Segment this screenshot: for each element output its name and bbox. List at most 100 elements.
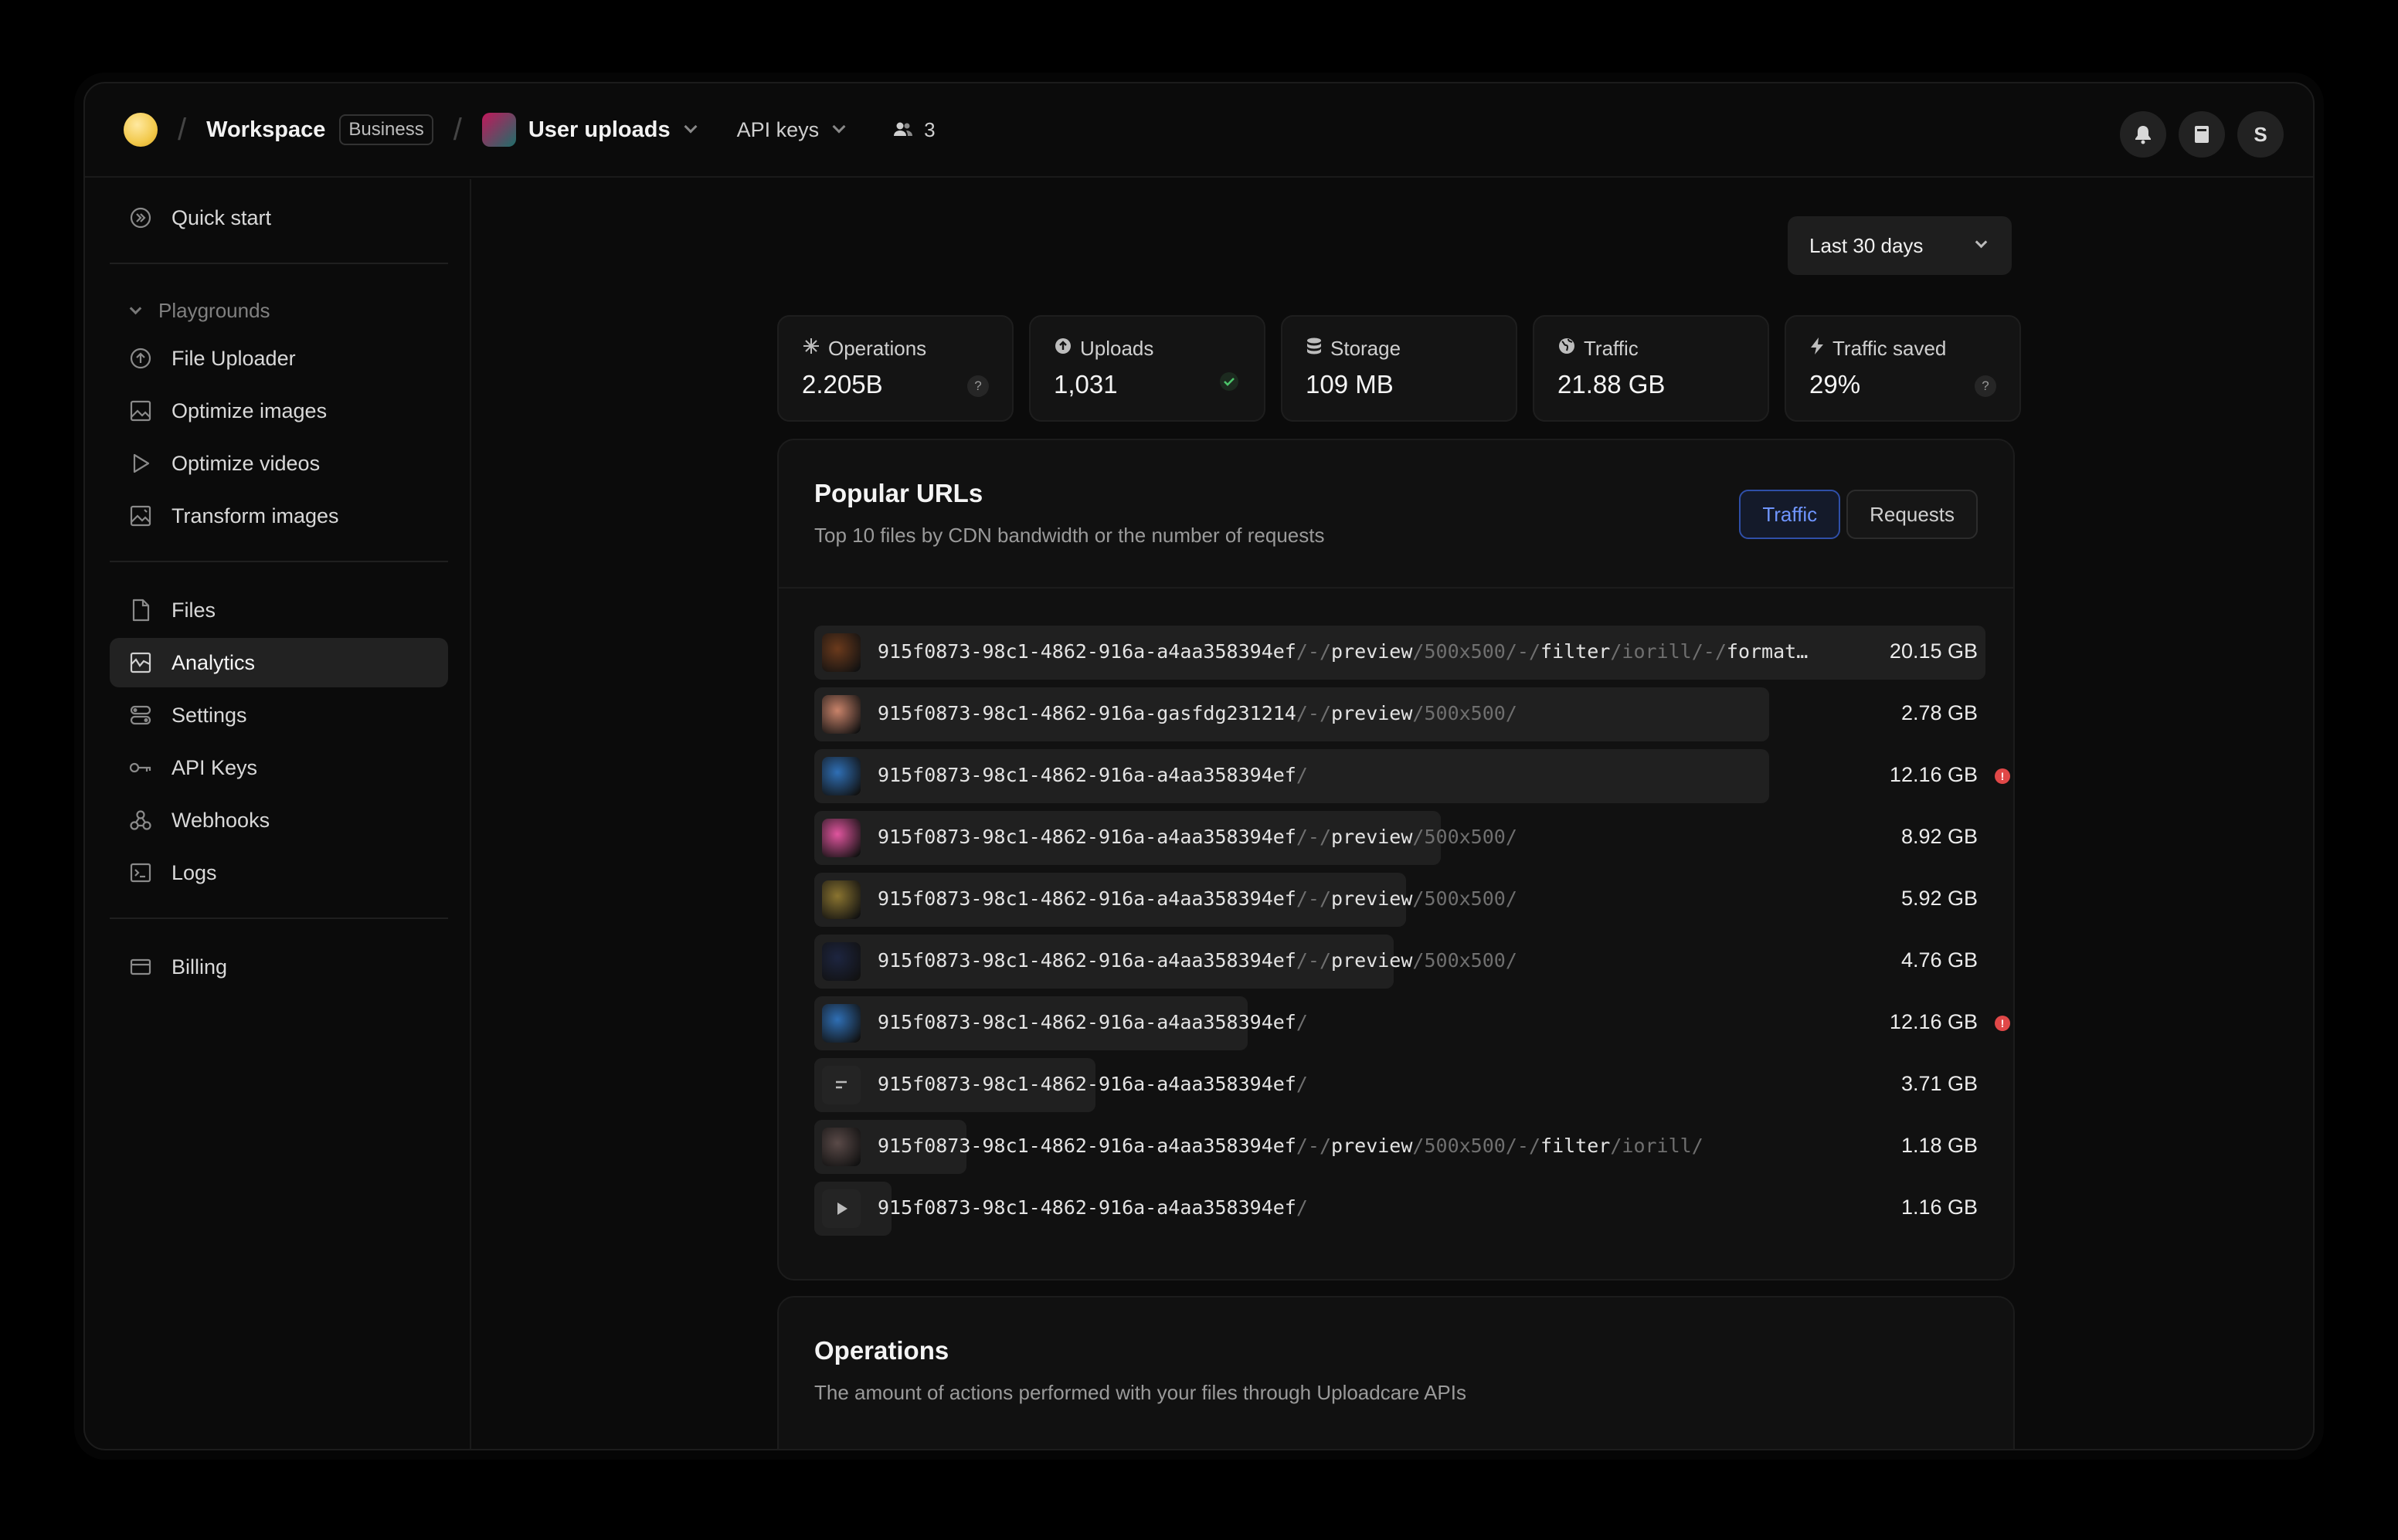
key-icon <box>128 755 153 780</box>
stat-label: Storage <box>1330 337 1401 360</box>
breadcrumb-separator: / <box>453 112 462 147</box>
nav-quick-start[interactable]: Quick start <box>110 193 448 243</box>
nav-api-keys[interactable]: API Keys <box>110 743 448 792</box>
toggle-requests[interactable]: Requests <box>1846 490 1978 539</box>
project-name: User uploads <box>528 117 671 142</box>
upload-circle-icon <box>128 346 153 371</box>
url-path: 915f0873-98c1-4862-916a-a4aa358394ef/-/p… <box>878 1135 1703 1157</box>
project-switcher[interactable]: User uploads <box>481 113 698 147</box>
nav-label: Optimize images <box>172 399 328 422</box>
divider <box>110 918 448 919</box>
user-avatar[interactable]: S <box>2237 111 2284 158</box>
url-size: 5.92 GB <box>1900 887 1978 910</box>
app-window: / Workspace Business / User uploads API … <box>83 82 2315 1450</box>
chart-icon <box>128 650 153 675</box>
nav-billing[interactable]: Billing <box>110 942 448 992</box>
url-size: 2.78 GB <box>1900 701 1978 724</box>
sidebar: Quick start Playgrounds File Uploader Op… <box>85 179 471 1449</box>
url-path: 915f0873-98c1-4862-916a-a4aa358394ef/-/p… <box>878 887 1517 910</box>
chevron-down-icon <box>832 120 846 134</box>
nav-label: Billing <box>172 955 228 979</box>
url-size: 20.15 GB <box>1889 639 1978 663</box>
stat-value: 109 MB <box>1306 370 1394 399</box>
stat-traffic: Traffic 21.88 GB <box>1533 315 1769 422</box>
help-icon[interactable]: ? <box>1975 375 1996 397</box>
stat-label: Traffic <box>1584 337 1639 360</box>
url-size: 4.76 GB <box>1900 948 1978 972</box>
chevron-down-icon <box>684 120 698 134</box>
url-row[interactable]: 915f0873-98c1-4862-916a-a4aa358394ef/1.1… <box>814 1182 1985 1236</box>
api-keys-dropdown[interactable]: API keys <box>737 118 846 142</box>
credit-card-icon <box>128 955 153 979</box>
playgrounds-group-toggle[interactable]: Playgrounds <box>110 287 448 334</box>
file-icon <box>128 598 153 622</box>
nav-label: Analytics <box>172 650 256 674</box>
stat-value: 29% <box>1809 370 1861 399</box>
app-logo[interactable] <box>124 113 158 147</box>
file-thumbnail <box>822 942 861 981</box>
url-row[interactable]: 915f0873-98c1-4862-916a-a4aa358394ef/-/p… <box>814 626 1985 680</box>
stat-label: Traffic saved <box>1832 337 1947 360</box>
url-row[interactable]: 915f0873-98c1-4862-916a-a4aa358394ef/-/p… <box>814 811 1985 865</box>
sparkle-icon <box>802 337 820 361</box>
nav-transform-images[interactable]: Transform images <box>110 491 448 541</box>
notifications-button[interactable] <box>2120 111 2166 158</box>
url-path: 915f0873-98c1-4862-916a-a4aa358394ef/ <box>878 764 1308 786</box>
file-thumbnail <box>822 633 861 672</box>
card-subtitle: The amount of actions performed with you… <box>814 1381 1466 1404</box>
stat-storage: Storage 109 MB <box>1281 315 1517 422</box>
help-icon[interactable]: ? <box>967 375 989 397</box>
card-subtitle: Top 10 files by CDN bandwidth or the num… <box>814 524 1325 547</box>
upload-icon <box>1054 337 1072 361</box>
nav-file-uploader[interactable]: File Uploader <box>110 334 448 383</box>
url-row[interactable]: 915f0873-98c1-4862-916a-a4aa358394ef/12.… <box>814 749 2010 803</box>
globe-icon <box>1557 337 1576 361</box>
date-range-value: Last 30 days <box>1809 233 1924 257</box>
url-row[interactable]: 915f0873-98c1-4862-916a-a4aa358394ef/-/p… <box>814 873 1985 927</box>
nav-logs[interactable]: Logs <box>110 848 448 897</box>
nav-files[interactable]: Files <box>110 585 448 635</box>
url-path: 915f0873-98c1-4862-916a-a4aa358394ef/-/p… <box>878 949 1517 972</box>
stat-uploads: Uploads 1,031 <box>1029 315 1265 422</box>
stat-value: 21.88 GB <box>1557 370 1666 399</box>
nav-analytics[interactable]: Analytics <box>110 638 448 687</box>
terminal-icon <box>128 860 153 885</box>
file-thumbnail <box>822 819 861 857</box>
nav-optimize-images[interactable]: Optimize images <box>110 386 448 436</box>
stat-operations: Operations 2.205B ? <box>777 315 1014 422</box>
file-thumbnail <box>822 880 861 919</box>
group-label: Playgrounds <box>158 298 270 322</box>
toggle-traffic[interactable]: Traffic <box>1739 490 1841 539</box>
nav-label: Settings <box>172 703 247 727</box>
nav-webhooks[interactable]: Webhooks <box>110 795 448 845</box>
play-icon <box>822 1189 861 1228</box>
url-row[interactable]: 915f0873-98c1-4862-916a-a4aa358394ef/3.7… <box>814 1058 1985 1112</box>
workspace-name[interactable]: Workspace <box>206 117 325 143</box>
toggles-icon <box>128 703 153 728</box>
alert-icon[interactable]: ! <box>1995 1016 2010 1031</box>
file-thumbnail <box>822 695 861 734</box>
url-row[interactable]: 915f0873-98c1-4862-916a-gasfdg231214/-/p… <box>814 687 1985 741</box>
date-range-select[interactable]: Last 30 days <box>1788 216 2012 275</box>
url-size: 12.16 GB <box>1889 763 1978 786</box>
docs-button[interactable] <box>2179 111 2225 158</box>
fast-forward-icon <box>128 205 153 230</box>
alert-icon[interactable]: ! <box>1995 768 2010 784</box>
url-path: 915f0873-98c1-4862-916a-a4aa358394ef/-/p… <box>878 826 1517 848</box>
members-button[interactable]: 3 <box>893 118 936 142</box>
url-row[interactable]: 915f0873-98c1-4862-916a-a4aa358394ef/-/p… <box>814 935 1985 989</box>
nav-label: Logs <box>172 860 217 884</box>
database-icon <box>1306 337 1323 361</box>
nav-label: File Uploader <box>172 346 296 370</box>
chevron-down-icon <box>1975 236 1988 249</box>
nav-label: Files <box>172 598 216 622</box>
image-transform-icon <box>128 504 153 528</box>
url-row[interactable]: 915f0873-98c1-4862-916a-a4aa358394ef/12.… <box>814 996 2010 1050</box>
plan-badge: Business <box>339 114 433 145</box>
nav-optimize-videos[interactable]: Optimize videos <box>110 439 448 488</box>
nav-settings[interactable]: Settings <box>110 690 448 740</box>
metric-toggle: Traffic Requests <box>1739 490 1978 539</box>
url-path: 915f0873-98c1-4862-916a-gasfdg231214/-/p… <box>878 702 1517 724</box>
url-row[interactable]: 915f0873-98c1-4862-916a-a4aa358394ef/-/p… <box>814 1120 1985 1174</box>
stat-value: 1,031 <box>1054 370 1118 399</box>
